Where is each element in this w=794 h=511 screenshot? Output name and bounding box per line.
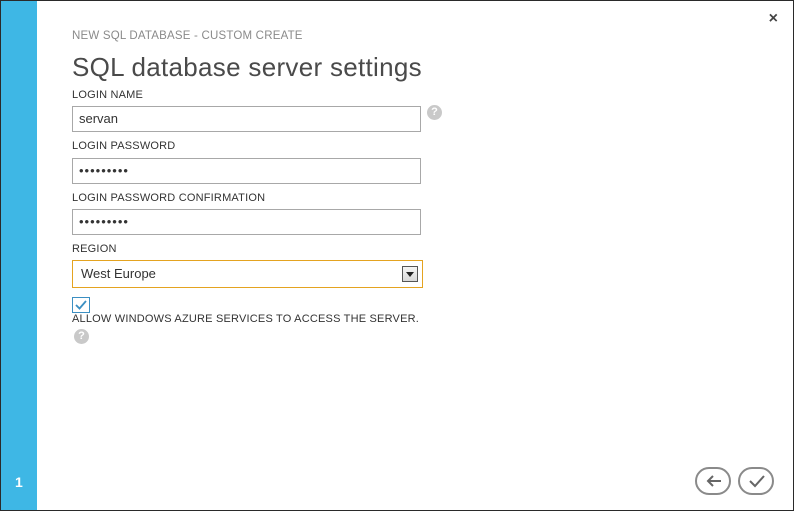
login-name-input[interactable]: servan	[72, 106, 421, 132]
region-select[interactable]: West Europe	[72, 260, 423, 288]
chevron-down-icon[interactable]	[402, 266, 418, 282]
login-password-confirmation-label: LOGIN PASSWORD CONFIRMATION	[72, 192, 266, 204]
back-button[interactable]	[695, 467, 731, 495]
login-password-confirmation-input[interactable]: •••••••••	[72, 209, 421, 235]
checkmark-icon	[749, 475, 765, 488]
allow-azure-services-label: ALLOW WINDOWS AZURE SERVICES TO ACCESS T…	[72, 313, 420, 325]
login-password-input[interactable]: •••••••••	[72, 158, 421, 184]
help-icon[interactable]: ?	[427, 105, 442, 120]
wizard-subtitle: NEW SQL DATABASE - CUSTOM CREATE	[72, 30, 303, 42]
login-password-label: LOGIN PASSWORD	[72, 140, 176, 152]
complete-button[interactable]	[738, 467, 774, 495]
region-selected-value: West Europe	[81, 266, 156, 281]
help-icon[interactable]: ?	[74, 329, 89, 344]
login-name-label: LOGIN NAME	[72, 89, 144, 101]
back-arrow-icon	[706, 475, 721, 487]
wizard-dialog: 1 × NEW SQL DATABASE - CUSTOM CREATE SQL…	[0, 0, 794, 511]
region-label: REGION	[72, 243, 117, 255]
step-sidebar: 1	[1, 1, 37, 510]
step-number: 1	[15, 474, 23, 490]
check-icon	[75, 300, 87, 310]
page-title: SQL database server settings	[72, 52, 422, 82]
close-icon[interactable]: ×	[769, 11, 778, 27]
allow-azure-services-checkbox[interactable]	[72, 297, 90, 313]
